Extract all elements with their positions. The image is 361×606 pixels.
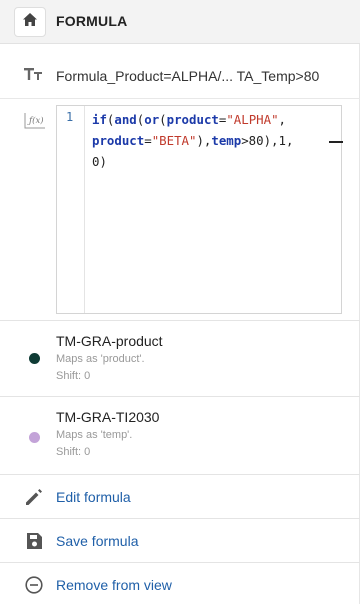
series-title: TM-GRA-product — [56, 333, 163, 349]
svg-text:ƒ(x): ƒ(x) — [27, 115, 44, 126]
series-mapping: Maps as 'product'. — [56, 353, 145, 365]
series-mapping: Maps as 'temp'. — [56, 429, 133, 441]
edit-formula-label: Edit formula — [56, 489, 131, 505]
minus-circle-icon — [24, 575, 44, 595]
formula-code[interactable]: if(and(or(product="ALPHA", product="BETA… — [92, 109, 320, 172]
series-shift: Shift: 0 — [56, 446, 91, 458]
formula-name: Formula_Product=ALPHA/... TA_Temp>80 — [56, 68, 320, 84]
remove-from-view-button[interactable]: Remove from view — [0, 562, 360, 606]
line-number: 1 — [66, 110, 74, 124]
formula-code-editor[interactable]: 1 if(and(or(product="ALPHA", product="BE… — [56, 105, 343, 314]
series-color-dot — [29, 432, 40, 443]
series-title: TM-GRA-TI2030 — [56, 409, 160, 425]
formula-editor-row: ƒ(x) 1 if(and(or(product="ALPHA", produc… — [0, 98, 360, 320]
series-shift: Shift: 0 — [56, 370, 91, 382]
panel-header: FORMULA — [0, 0, 360, 44]
function-icon: ƒ(x) — [24, 111, 46, 134]
remove-from-view-label: Remove from view — [56, 577, 172, 593]
home-button[interactable] — [14, 7, 46, 37]
line-gutter: 1 — [57, 106, 85, 313]
series-color-dot — [29, 353, 40, 364]
save-formula-button[interactable]: Save formula — [0, 518, 360, 562]
save-formula-label: Save formula — [56, 533, 139, 549]
panel-title: FORMULA — [56, 13, 128, 29]
formula-panel: FORMULA Formula_Product=ALPHA/... TA_Tem… — [0, 0, 360, 604]
text-cursor — [329, 141, 343, 143]
home-icon — [23, 13, 37, 31]
pencil-icon — [24, 487, 44, 507]
edit-formula-button[interactable]: Edit formula — [0, 474, 360, 518]
floppy-disk-icon — [24, 531, 44, 551]
formula-name-row[interactable]: Formula_Product=ALPHA/... TA_Temp>80 — [0, 62, 360, 90]
text-type-icon — [24, 66, 46, 87]
series-item[interactable]: TM-GRA-TI2030 Maps as 'temp'. Shift: 0 — [0, 396, 360, 472]
series-item[interactable]: TM-GRA-product Maps as 'product'. Shift:… — [0, 320, 360, 396]
